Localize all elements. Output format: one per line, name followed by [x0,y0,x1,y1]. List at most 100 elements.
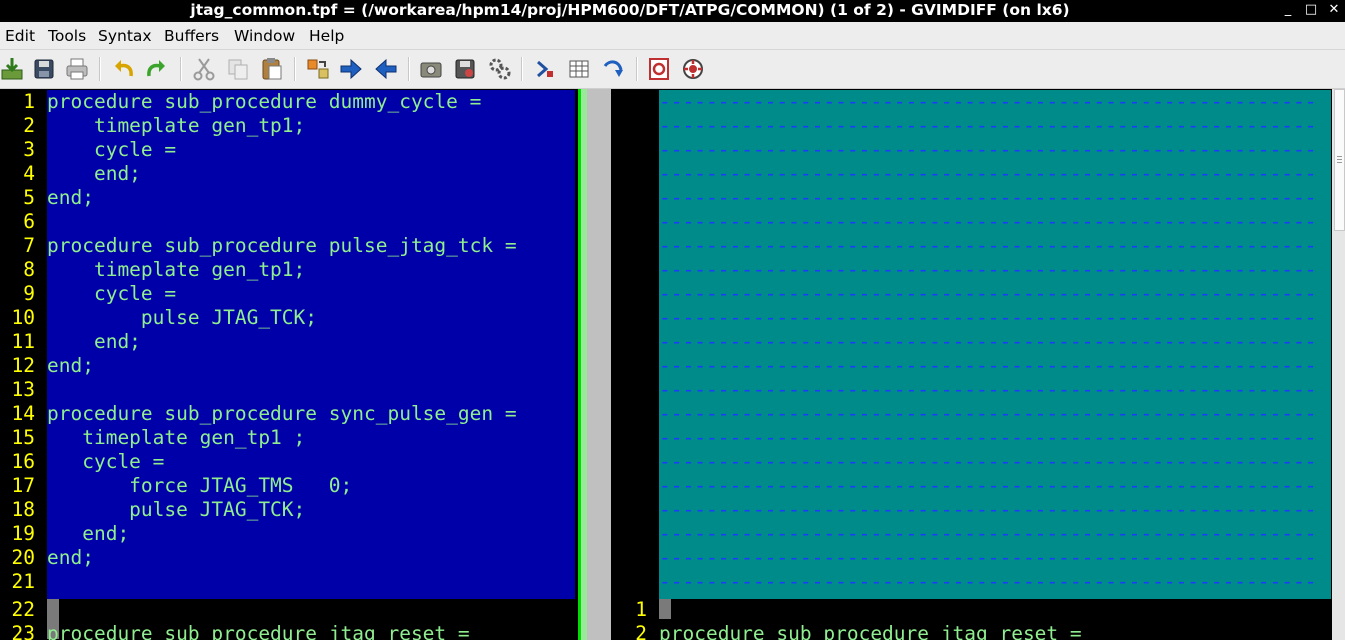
line-number: 1 [635,598,647,621]
fold-column [659,599,671,619]
code-line[interactable]: end; [47,162,141,186]
filler-line: ----------------------------------------… [659,138,1317,161]
line-number: 17 [11,474,35,497]
line-number: 12 [11,354,35,377]
code-line[interactable]: pulse JTAG_TCK; [47,306,317,330]
minimize-button[interactable]: _ [1278,0,1298,20]
code-line[interactable]: timeplate gen_tp1; [47,258,305,282]
find-help-icon[interactable] [680,56,706,82]
paste-icon[interactable] [259,56,285,82]
filler-line: ----------------------------------------… [659,402,1317,425]
code-line[interactable]: end; [47,354,94,378]
filler-line: ----------------------------------------… [659,354,1317,377]
vertical-scrollbar[interactable] [1332,89,1345,640]
line-number: 2 [23,114,35,137]
print-icon[interactable] [64,56,90,82]
line-number: 3 [23,138,35,161]
filler-line: ----------------------------------------… [659,378,1317,401]
close-button[interactable]: ✕ [1324,0,1344,20]
maximize-button[interactable]: □ [1301,0,1321,20]
filler-line: ----------------------------------------… [659,570,1317,593]
code-line[interactable]: procedure sub_procedure dummy_cycle = [47,90,481,114]
load-session-icon[interactable] [418,56,444,82]
help-icon[interactable] [646,56,672,82]
find-replace-icon[interactable] [305,56,331,82]
undo-icon[interactable] [111,56,137,82]
code-line[interactable]: cycle = [47,450,164,474]
filler-line: ----------------------------------------… [659,522,1317,545]
filler-line: ----------------------------------------… [659,546,1317,569]
menu-edit[interactable]: Edit [5,22,35,49]
code-line[interactable]: end; [47,186,94,210]
filler-line: ----------------------------------------… [659,474,1317,497]
line-number: 7 [23,234,35,257]
code-line[interactable]: end; [47,330,141,354]
line-number: 4 [23,162,35,185]
filler-line: ----------------------------------------… [659,282,1317,305]
line-number: 16 [11,450,35,473]
toolbar-separator [180,57,182,81]
code-line[interactable]: procedure sub_procedure jtag_reset = [659,622,1082,640]
filler-line: ----------------------------------------… [659,498,1317,521]
filler-line: ----------------------------------------… [659,450,1317,473]
redo-icon[interactable] [143,56,169,82]
line-number: 1 [23,90,35,113]
line-number: 13 [11,378,35,401]
shell-icon[interactable] [566,56,592,82]
code-line[interactable]: procedure sub_procedure jtag_reset = [47,622,470,640]
find-next-icon[interactable] [338,56,364,82]
toolbar [0,50,1345,89]
scrollbar-thumb[interactable] [1334,89,1345,231]
line-number: 20 [11,546,35,569]
code-line[interactable]: timeplate gen_tp1; [47,114,305,138]
code-line[interactable]: cycle = [47,138,176,162]
make-icon[interactable] [532,56,558,82]
menu-window[interactable]: Window [234,22,295,49]
menu-buffers[interactable]: Buffers [164,22,219,49]
copy-icon[interactable] [225,56,251,82]
code-line[interactable]: force JTAG_TMS 0; [47,474,352,498]
window-titlebar: jtag_common.tpf = (/workarea/hpm14/proj/… [0,0,1345,20]
code-line[interactable]: procedure sub_procedure sync_pulse_gen = [47,402,517,426]
toolbar-separator [99,57,101,81]
code-line[interactable]: procedure sub_procedure pulse_jtag_tck = [47,234,517,258]
line-number: 22 [11,598,35,621]
window-title: jtag_common.tpf = (/workarea/hpm14/proj/… [190,1,1070,19]
line-number: 18 [11,498,35,521]
line-number: 15 [11,426,35,449]
code-line[interactable]: cycle = [47,282,176,306]
find-previous-icon[interactable] [373,56,399,82]
menu-syntax[interactable]: Syntax [98,22,152,49]
line-number: 5 [23,186,35,209]
line-number: 6 [23,210,35,233]
save-session-icon[interactable] [452,56,478,82]
filler-line: ----------------------------------------… [659,330,1317,353]
diff-editor[interactable]: 1 procedure sub_procedure dummy_cycle = 2 … [0,89,1345,640]
menu-tools[interactable]: Tools [48,22,86,49]
open-file-icon[interactable] [0,56,26,82]
cut-icon[interactable] [191,56,217,82]
filler-line: ----------------------------------------… [659,162,1317,185]
filler-line: ----------------------------------------… [659,114,1317,137]
line-number: 10 [11,306,35,329]
code-line[interactable]: end; [47,522,129,546]
filler-line: ----------------------------------------… [659,234,1317,257]
save-icon[interactable] [31,56,57,82]
line-number: 14 [11,402,35,425]
line-number: 23 [11,622,35,640]
code-line[interactable]: end; [47,546,94,570]
code-line[interactable]: pulse JTAG_TCK; [47,498,305,522]
tag-jump-icon[interactable] [600,56,626,82]
menu-bar: Edit Tools Syntax Buffers Window Help [0,22,1345,50]
toolbar-separator [521,57,523,81]
line-number: 21 [11,570,35,593]
pane-separator[interactable] [587,89,611,640]
code-line[interactable]: timeplate gen_tp1 ; [47,426,305,450]
line-number: 2 [635,622,647,640]
run-script-icon[interactable] [487,56,513,82]
filler-line: ----------------------------------------… [659,426,1317,449]
toolbar-separator [294,57,296,81]
toolbar-separator [636,57,638,81]
menu-help[interactable]: Help [309,22,344,49]
filler-line: ----------------------------------------… [659,306,1317,329]
